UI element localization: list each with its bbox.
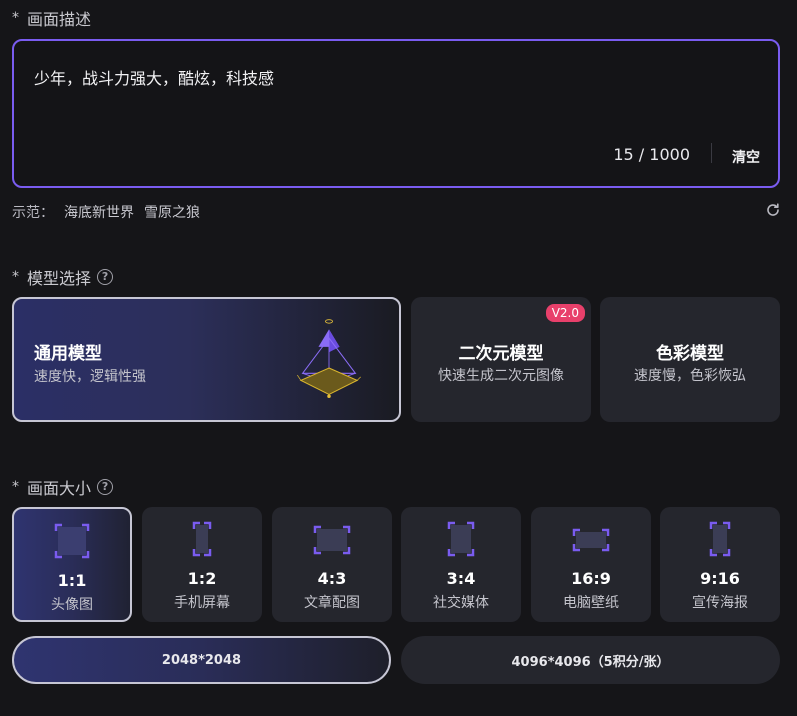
required-mark: * — [12, 479, 19, 495]
required-mark: * — [12, 269, 19, 285]
ratio-label: 1:1 — [57, 571, 87, 590]
model-card-anime[interactable]: V2.0 二次元模型 快速生成二次元图像 — [411, 297, 591, 422]
model-name: 二次元模型 — [458, 344, 544, 364]
char-counter: 15 / 1000 — [613, 145, 690, 164]
size-option-1-2[interactable]: 1:2 手机屏幕 — [142, 507, 262, 622]
resolution-option-4096[interactable]: 4096*4096（5积分/张） — [401, 636, 780, 684]
ratio-tall-icon — [192, 521, 212, 557]
ratio-label: 4:3 — [317, 569, 347, 588]
size-option-4-3[interactable]: 4:3 文章配图 — [272, 507, 392, 622]
ratio-wide-icon — [572, 528, 610, 552]
ratio-desc: 手机屏幕 — [174, 595, 230, 611]
divider — [711, 143, 712, 163]
clear-button[interactable]: 清空 — [732, 147, 760, 167]
example-item[interactable]: 雪原之狼 — [144, 202, 200, 222]
ratio-label: 3:4 — [446, 569, 476, 588]
model-desc: 快速生成二次元图像 — [438, 368, 564, 384]
ratio-portrait-icon — [447, 521, 475, 557]
description-section-title: * 画面描述 — [12, 6, 91, 30]
model-name: 通用模型 — [34, 344, 102, 364]
size-option-9-16[interactable]: 9:16 宣传海报 — [660, 507, 780, 622]
prompt-value[interactable]: 少年，战斗力强大，酷炫，科技感 — [34, 65, 274, 89]
model-desc: 速度快，逻辑性强 — [34, 369, 146, 385]
model-desc: 速度慢，色彩恢弘 — [634, 368, 746, 384]
size-option-3-4[interactable]: 3:4 社交媒体 — [401, 507, 521, 622]
ratio-label: 1:2 — [187, 569, 217, 588]
ratio-desc: 头像图 — [51, 597, 93, 613]
model-card-color[interactable]: 色彩模型 速度慢，色彩恢弘 — [600, 297, 780, 422]
ratio-desc: 电脑壁纸 — [563, 595, 619, 611]
help-icon[interactable]: ? — [97, 269, 114, 285]
size-section-title: * 画面大小 ? — [12, 475, 114, 499]
ratio-label: 9:16 — [700, 569, 740, 588]
examples-label: 示范： — [12, 205, 54, 221]
prompt-textarea[interactable]: 少年，战斗力强大，酷炫，科技感 15 / 1000 清空 — [12, 39, 780, 188]
version-badge: V2.0 — [545, 304, 585, 322]
ratio-vertical-icon — [709, 521, 731, 557]
required-mark: * — [12, 10, 19, 26]
model-name: 色彩模型 — [656, 344, 724, 364]
resolution-option-2048[interactable]: 2048*2048 — [12, 636, 391, 684]
refresh-icon[interactable] — [765, 202, 781, 218]
ratio-desc: 社交媒体 — [433, 595, 489, 611]
model-title: 模型选择 — [27, 269, 92, 288]
ratio-landscape-icon — [313, 525, 351, 555]
ratio-desc: 文章配图 — [304, 595, 360, 611]
description-title: 画面描述 — [27, 10, 92, 29]
help-icon[interactable]: ? — [97, 479, 114, 495]
size-option-16-9[interactable]: 16:9 电脑壁纸 — [531, 507, 651, 622]
model-section-title: * 模型选择 ? — [12, 265, 114, 289]
model-card-general[interactable]: 通用模型 速度快，逻辑性强 — [12, 297, 401, 422]
ratio-label: 16:9 — [571, 569, 611, 588]
example-item[interactable]: 海底新世界 — [64, 202, 134, 222]
pyramid-illustration-icon — [297, 319, 361, 398]
size-title: 画面大小 — [27, 479, 92, 498]
examples-row: 示范： 海底新世界 雪原之狼 — [12, 202, 200, 222]
ratio-square-icon — [54, 523, 90, 559]
ratio-desc: 宣传海报 — [692, 595, 748, 611]
size-option-1-1[interactable]: 1:1 头像图 — [12, 507, 132, 622]
